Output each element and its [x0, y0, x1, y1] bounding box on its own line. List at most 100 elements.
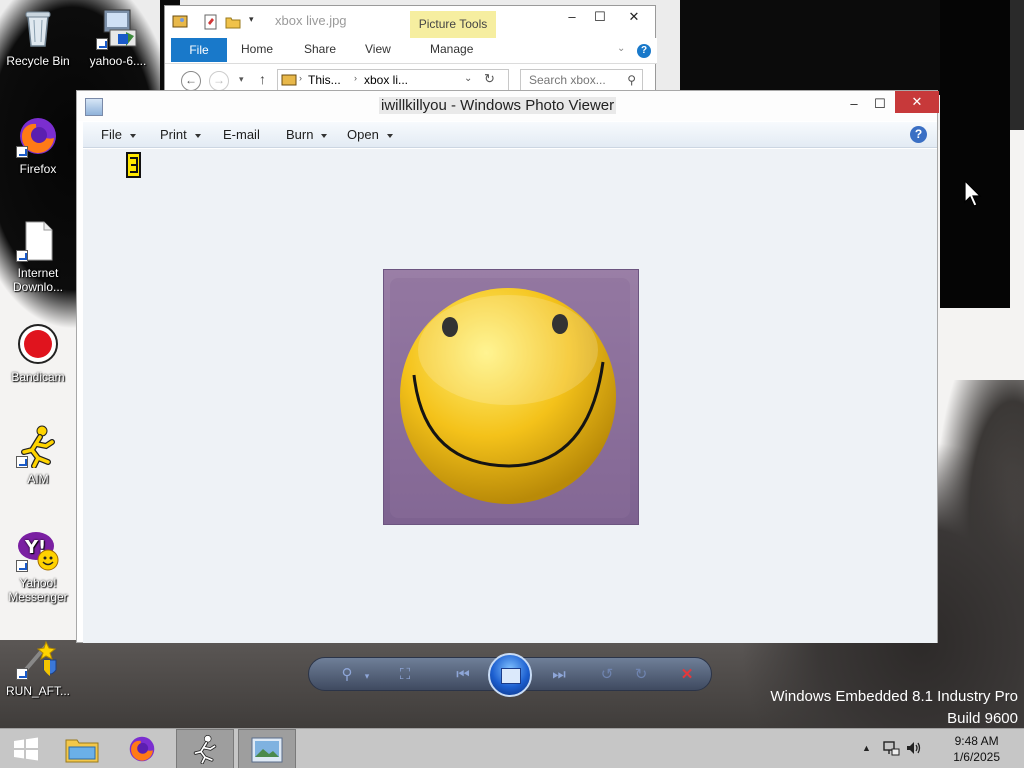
close-button[interactable]: ✕: [895, 91, 939, 113]
shortcut-arrow-icon: [16, 668, 28, 680]
delete-icon[interactable]: ✕: [677, 666, 697, 684]
up-button[interactable]: ↑: [259, 71, 266, 87]
forward-button[interactable]: →: [209, 71, 229, 91]
previous-button[interactable]: ⏮: [453, 666, 473, 684]
desktop-icon-aim[interactable]: AIM: [0, 424, 76, 486]
desktop-icon-label: yahoo-6....: [89, 54, 147, 68]
taskbar-photo-viewer[interactable]: [238, 729, 296, 768]
menu-label: E-mail: [223, 127, 260, 142]
volume-icon[interactable]: [905, 740, 923, 756]
next-button[interactable]: ⏭: [549, 666, 569, 684]
address-dropdown-icon[interactable]: ⌄: [464, 73, 472, 84]
menu-print[interactable]: Print: [160, 127, 201, 142]
displayed-photo: [383, 269, 639, 525]
rotate-clockwise-icon[interactable]: ↻: [631, 666, 651, 684]
desktop-icon-yahoo-installer[interactable]: yahoo-6....: [80, 6, 156, 68]
windows-logo-icon: [14, 737, 38, 761]
shortcut-arrow-icon: [16, 250, 28, 262]
recent-locations-dropdown-icon[interactable]: ▾: [239, 74, 244, 85]
menu-open[interactable]: Open: [347, 127, 393, 142]
new-folder-icon[interactable]: [225, 14, 241, 30]
ribbon-expand-chevron-icon[interactable]: ⌄: [617, 43, 625, 54]
clock-date: 1/6/2025: [953, 750, 1000, 764]
desktop-icon-firefox[interactable]: Firefox: [0, 114, 76, 176]
breadcrumb-this-pc[interactable]: This...: [308, 73, 341, 87]
refresh-icon[interactable]: ↻: [484, 71, 495, 87]
desktop-icon-run-after[interactable]: RUN_AFT...: [0, 636, 76, 698]
menu-label: Open: [347, 127, 379, 142]
watermark-build: Build 9600: [947, 710, 1018, 727]
breadcrumb-xbox-live[interactable]: xbox li...: [364, 73, 408, 87]
zoom-icon[interactable]: ⚲: [337, 666, 357, 684]
help-icon[interactable]: ?: [910, 126, 927, 143]
rotate-counterclockwise-icon[interactable]: ↺: [597, 666, 617, 684]
mouse-pointer-icon: [964, 180, 982, 207]
image-canvas[interactable]: [83, 149, 937, 643]
shortcut-arrow-icon: [96, 38, 108, 50]
viewer-title: iwillkillyou - Windows Photo Viewer: [379, 97, 617, 114]
taskbar-firefox[interactable]: [114, 729, 172, 768]
menu-file[interactable]: File: [101, 127, 136, 142]
clock-time: 9:48 AM: [954, 734, 999, 748]
back-button[interactable]: ←: [181, 71, 201, 91]
search-input[interactable]: Search xbox... ⚲: [520, 69, 643, 92]
system-clock[interactable]: 9:48 AM 1/6/2025: [953, 733, 1000, 765]
dropdown-caret-icon: [129, 133, 136, 138]
network-icon[interactable]: [882, 740, 900, 756]
help-icon[interactable]: ?: [637, 44, 651, 58]
close-button[interactable]: ✕: [617, 6, 651, 30]
tab-share[interactable]: Share: [304, 42, 336, 56]
tab-view[interactable]: View: [365, 42, 391, 56]
desktop-icon-label: Recycle Bin: [6, 54, 70, 68]
dropdown-caret-icon: [386, 133, 393, 138]
zoom-dropdown-icon[interactable]: ▾: [357, 667, 377, 685]
explorer-titlebar[interactable]: ▾ xbox live.jpg Picture Tools – ☐ ✕: [165, 6, 655, 41]
taskbar-aim[interactable]: [176, 729, 234, 768]
taskbar: ▲ 9:48 AM 1/6/2025: [0, 728, 1024, 768]
desktop-icon-label: Internet Downlo...: [12, 266, 64, 294]
slideshow-button[interactable]: [488, 653, 532, 697]
actual-size-icon[interactable]: ⛶: [395, 666, 415, 684]
picture-file-icon: [281, 74, 297, 86]
desktop-icon-label: RUN_AFT...: [5, 684, 70, 698]
picture-file-icon: [172, 15, 188, 28]
address-bar[interactable]: › This... › xbox li... ⌄ ↻: [277, 69, 509, 92]
wallpaper-region: [1010, 0, 1024, 130]
viewer-menubar: File Print E-mail Burn Open ?: [83, 122, 937, 148]
search-icon: ⚲: [627, 73, 636, 87]
desktop-icon-bandicam[interactable]: Bandicam: [0, 322, 76, 384]
firefox-icon: [129, 736, 155, 762]
maximize-button[interactable]: ☐: [863, 93, 897, 117]
explorer-title: xbox live.jpg: [275, 13, 347, 28]
ribbon-tabs: File Home Share View Manage ⌄ ?: [165, 38, 657, 64]
tab-manage[interactable]: Manage: [430, 42, 473, 56]
start-button[interactable]: [0, 729, 58, 768]
photo-viewer-app-icon: [251, 737, 283, 763]
yahoo-messenger-icon: Y!: [16, 528, 60, 572]
tab-home[interactable]: Home: [241, 42, 273, 56]
desktop-icon-recycle-bin[interactable]: Recycle Bin: [0, 6, 76, 68]
windows-edition-watermark: Windows Embedded 8.1 Industry Pro Build …: [770, 686, 1018, 730]
maximize-button[interactable]: ☐: [583, 6, 617, 30]
tab-file[interactable]: File: [171, 38, 227, 62]
installer-icon: [96, 6, 140, 50]
menu-burn[interactable]: Burn: [286, 127, 328, 142]
desktop-icon-internet-download[interactable]: Internet Downlo...: [0, 218, 76, 294]
shortcut-arrow-icon: [16, 146, 28, 158]
taskbar-file-explorer[interactable]: [54, 729, 112, 768]
photo-viewer-app-icon: [85, 98, 103, 116]
show-hidden-icons-icon[interactable]: ▲: [862, 743, 871, 753]
viewer-titlebar[interactable]: iwillkillyou - Windows Photo Viewer – ☐ …: [77, 91, 939, 121]
photo-viewer-window[interactable]: iwillkillyou - Windows Photo Viewer – ☐ …: [76, 90, 939, 643]
menu-email[interactable]: E-mail: [223, 127, 260, 142]
aim-running-man-icon: [16, 424, 60, 469]
viewer-control-bar: ⚲ ▾ ⛶ ⏮ ⏭ ↺ ↻ ✕: [308, 653, 712, 697]
properties-icon[interactable]: [203, 14, 219, 30]
breadcrumb-separator-icon: ›: [354, 73, 357, 83]
desktop-icon-label: Firefox: [19, 162, 57, 176]
menu-label: Burn: [286, 127, 314, 142]
quick-access-dropdown-icon[interactable]: ▾: [249, 14, 254, 25]
file-icon: [16, 218, 60, 262]
picture-tools-context-tab: Picture Tools: [410, 11, 496, 41]
desktop-icon-yahoo-messenger[interactable]: Y! Yahoo! Messenger: [0, 528, 76, 604]
